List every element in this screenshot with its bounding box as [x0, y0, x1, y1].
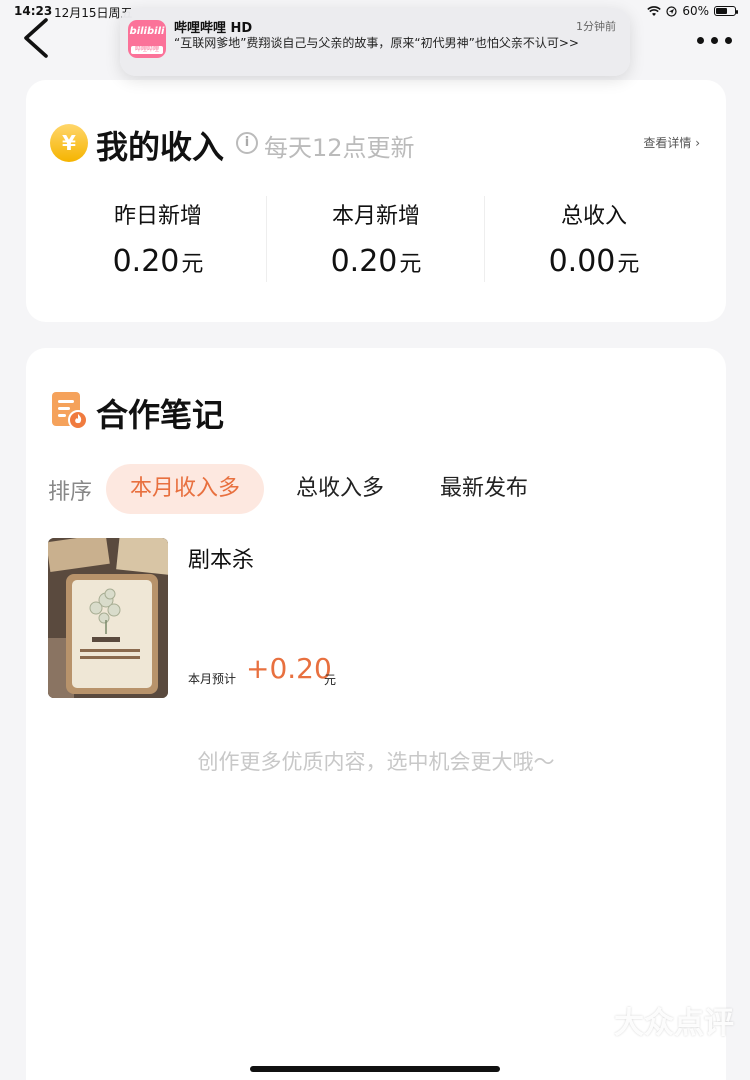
- estimate-value: +0.20: [246, 652, 332, 685]
- bilibili-app-icon: bilibili 哔哩哔哩HD: [128, 20, 166, 58]
- app-icon-strip: 哔哩哔哩HD: [131, 46, 163, 58]
- stat-yesterday: 昨日新增 0.20元: [50, 198, 266, 279]
- stat-value: 0.20元: [50, 244, 266, 279]
- sort-label: 排序: [48, 480, 93, 505]
- home-indicator[interactable]: [250, 1066, 500, 1072]
- stat-label: 总收入: [560, 204, 627, 229]
- notes-card: 合作笔记 排序 本月收入多 总收入多 最新发布 剧本杀 本月预计 +0.20 元…: [26, 348, 726, 1080]
- more-dot-icon: [696, 36, 704, 44]
- stat-number: 0.00: [548, 244, 616, 279]
- location-icon: [666, 5, 677, 17]
- more-dot-icon: [724, 36, 732, 44]
- battery-icon: [714, 6, 738, 16]
- stat-value: 0.20元: [268, 244, 484, 279]
- stat-total: 总收入 0.00元: [486, 198, 702, 279]
- sort-tab-latest[interactable]: 最新发布: [432, 464, 536, 514]
- wifi-icon: [647, 5, 662, 16]
- battery-percent: 60%: [682, 4, 709, 18]
- income-card: ¥ 我的收入 i 每天12点更新 查看详情 › 昨日新增 0.20元 本月新增 …: [26, 80, 726, 322]
- more-button[interactable]: [692, 30, 736, 50]
- status-right: 60%: [647, 4, 738, 18]
- stat-value: 0.00元: [486, 244, 702, 279]
- yen-coin-icon: ¥: [50, 124, 88, 162]
- more-dot-icon: [710, 36, 718, 44]
- watermark-text: 大众点评: [614, 1006, 734, 1041]
- note-thumbnail[interactable]: [48, 538, 168, 698]
- stat-unit: 元: [617, 252, 640, 277]
- note-thumbnail-image: [48, 538, 168, 698]
- notification-app-name: 哔哩哔哩 HD: [174, 21, 253, 36]
- stat-unit: 元: [399, 252, 422, 277]
- dianping-logo-icon: [576, 1005, 606, 1036]
- view-details-label: 查看详情: [643, 136, 692, 150]
- stat-label: 昨日新增: [113, 204, 202, 229]
- stat-this-month: 本月新增 0.20元: [268, 198, 484, 279]
- app-icon-logo: bilibili: [129, 26, 165, 37]
- stat-unit: 元: [181, 252, 204, 277]
- estimate-label: 本月预计: [188, 672, 237, 686]
- info-icon[interactable]: i: [236, 132, 258, 154]
- update-hint: 每天12点更新: [264, 134, 415, 162]
- notes-title: 合作笔记: [96, 396, 225, 434]
- chevron-right-icon: ›: [691, 136, 700, 150]
- dianping-watermark: 大众点评: [574, 998, 734, 1042]
- note-list-item[interactable]: 剧本杀 本月预计 +0.20 元: [48, 538, 708, 698]
- notification-message: “互联网爹地”费翔谈自己与父亲的故事，原来“初代男神”也怕父亲不认可>>: [174, 36, 579, 50]
- sort-tab-total-income[interactable]: 总收入多: [288, 464, 392, 514]
- note-document-icon: [52, 392, 88, 430]
- sort-tab-month-income[interactable]: 本月收入多: [106, 464, 264, 514]
- empty-hint: 创作更多优质内容，选中机会更大哦～: [197, 750, 555, 774]
- back-button[interactable]: [14, 16, 58, 60]
- estimate-unit: 元: [324, 673, 337, 687]
- chevron-left-icon: [24, 18, 48, 58]
- stat-number: 0.20: [330, 244, 398, 279]
- view-details-link[interactable]: 查看详情 ›: [643, 134, 700, 151]
- stat-label: 本月新增: [331, 204, 420, 229]
- divider: [484, 196, 485, 282]
- divider: [266, 196, 267, 282]
- notification-banner[interactable]: bilibili 哔哩哔哩HD 哔哩哔哩 HD 1分钟前 “互联网爹地”费翔谈自…: [120, 8, 630, 76]
- notification-time: 1分钟前: [576, 20, 616, 33]
- income-title: 我的收入: [96, 128, 225, 166]
- stat-number: 0.20: [112, 244, 180, 279]
- note-title: 剧本杀: [188, 548, 255, 573]
